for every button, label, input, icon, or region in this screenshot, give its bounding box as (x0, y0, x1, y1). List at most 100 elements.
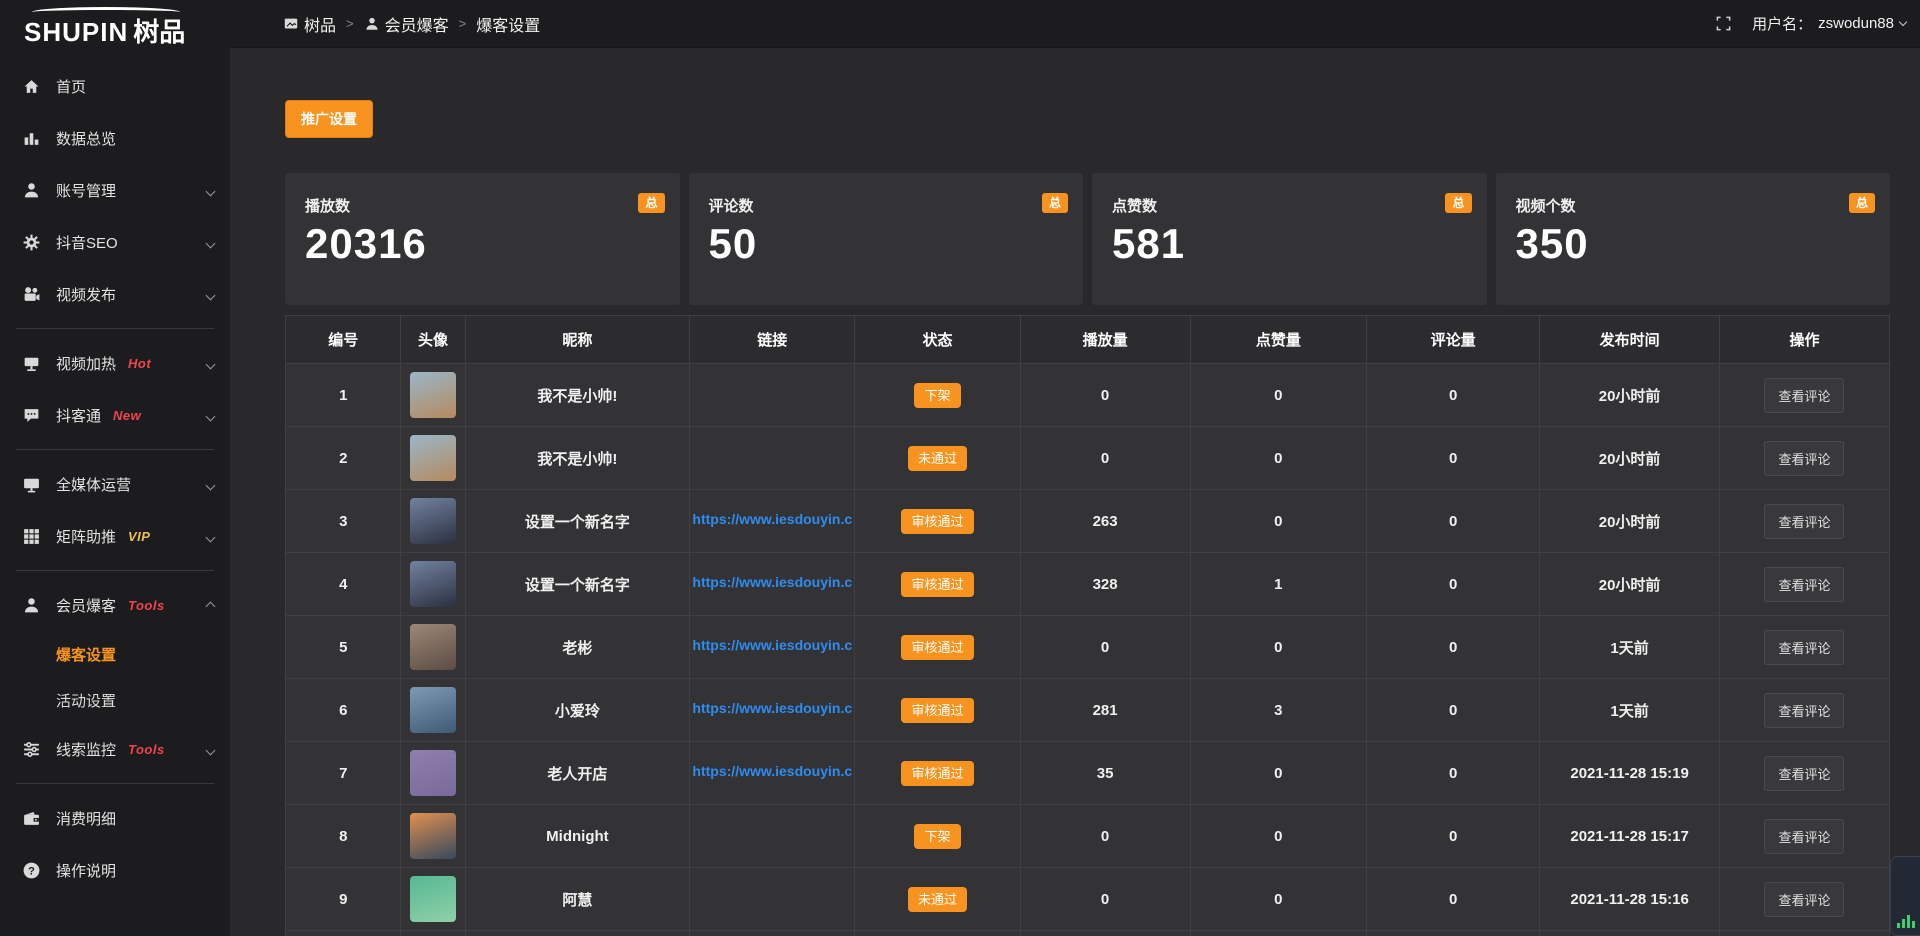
sidebar-item-首页[interactable]: 首页 (0, 60, 230, 112)
column-header-发布时间: 发布时间 (1540, 316, 1720, 364)
cell-avatar (401, 490, 465, 553)
sidebar-item-视频加热[interactable]: 视频加热Hot (0, 337, 230, 389)
view-comments-button[interactable]: 查看评论 (1764, 630, 1844, 665)
sidebar-item-矩阵助推[interactable]: 矩阵助推VIP (0, 510, 230, 562)
status-badge: 审核通过 (901, 698, 973, 723)
cell-published: 2021-11-28 15:16 (1540, 868, 1720, 931)
video-link[interactable]: https://www.iesdouyin.c (692, 637, 852, 653)
view-comments-button[interactable]: 查看评论 (1764, 504, 1844, 539)
cell-status: 下架 (855, 364, 1020, 427)
sidebar-item-视频发布[interactable]: 视频发布 (0, 268, 230, 320)
chevron-down-icon (207, 355, 214, 372)
cell-action: 查看评论 (1719, 742, 1889, 805)
breadcrumb-item[interactable]: 爆客设置 (476, 12, 540, 36)
topbar: 树品>会员爆客>爆客设置 用户名：zswodun88 (230, 0, 1920, 48)
stat-card-播放数: 播放数20316总 (285, 173, 680, 305)
question-icon: ? (22, 861, 41, 880)
cell-action: 查看评论 (1719, 868, 1889, 931)
stat-cards: 播放数20316总评论数50总点赞数581总视频个数350总 (285, 173, 1890, 305)
sidebar-item-抖音SEO[interactable]: 抖音SEO (0, 216, 230, 268)
cell-published: 1天前 (1540, 679, 1720, 742)
fullscreen-icon[interactable] (1715, 15, 1732, 32)
cell-avatar (401, 868, 465, 931)
promo-settings-button[interactable]: 推广设置 (285, 100, 373, 138)
sidebar-item-label: 操作说明 (56, 860, 116, 881)
sidebar-subitem-爆客设置[interactable]: 爆客设置 (0, 631, 230, 677)
sidebar-item-会员爆客[interactable]: 会员爆客Tools (0, 579, 230, 631)
cell-status: 下架 (855, 805, 1020, 868)
sidebar-item-抖客通[interactable]: 抖客通New (0, 389, 230, 441)
avatar (410, 372, 456, 418)
cell-comments: 0 (1367, 616, 1540, 679)
sidebar-item-账号管理[interactable]: 账号管理 (0, 164, 230, 216)
sidebar-item-label: 会员爆客 (56, 595, 116, 616)
column-header-头像: 头像 (401, 316, 465, 364)
cell-status: 未通过 (855, 868, 1020, 931)
sidebar-item-label: 抖音SEO (56, 232, 118, 253)
video-link[interactable]: https://www.iesdouyin.c (692, 511, 852, 527)
cell-published: 2021-11-28 15:19 (1540, 742, 1720, 805)
sidebar-item-操作说明[interactable]: ? 操作说明 (0, 844, 230, 896)
sidebar-item-全媒体运营[interactable]: 全媒体运营 (0, 458, 230, 510)
view-comments-button[interactable]: 查看评论 (1764, 567, 1844, 602)
breadcrumb-item[interactable]: 树品 (283, 12, 336, 36)
view-comments-button[interactable]: 查看评论 (1764, 441, 1844, 476)
sidebar-item-tag: VIP (128, 529, 150, 544)
column-header-操作: 操作 (1719, 316, 1889, 364)
status-badge: 未通过 (908, 446, 967, 471)
cell-nickname: 设置一个新名字 (465, 490, 690, 553)
cell-likes: 0 (1190, 742, 1366, 805)
cell-link (690, 868, 855, 931)
sidebar: SHUPIN树品 首页数据总览账号管理抖音SEO 视频发布视频加热Hot抖客通Ne… (0, 0, 230, 936)
stat-card-label: 评论数 (709, 195, 1064, 216)
mini-chart-icon (1897, 915, 1915, 928)
sidebar-divider (16, 783, 214, 784)
stat-card-value: 50 (709, 220, 1064, 268)
cell-comments: 0 (1367, 805, 1540, 868)
cell-likes: 1 (1190, 553, 1366, 616)
cell-id: 5 (286, 616, 401, 679)
cell-plays: 0 (1020, 616, 1190, 679)
cell (1020, 931, 1190, 936)
sidebar-item-tag: Hot (128, 356, 151, 371)
breadcrumb-item[interactable]: 会员爆客 (364, 12, 449, 36)
chevron-down-icon (207, 286, 214, 303)
cell-plays: 263 (1020, 490, 1190, 553)
member-icon (22, 596, 41, 615)
view-comments-button[interactable]: 查看评论 (1764, 693, 1844, 728)
cell-action: 查看评论 (1719, 616, 1889, 679)
view-comments-button[interactable]: 查看评论 (1764, 378, 1844, 413)
view-comments-button[interactable]: 查看评论 (1764, 882, 1844, 917)
cell-nickname: 老彬 (465, 616, 690, 679)
sidebar-item-数据总览[interactable]: 数据总览 (0, 112, 230, 164)
column-header-昵称: 昵称 (465, 316, 690, 364)
breadcrumb: 树品>会员爆客>爆客设置 (283, 12, 540, 36)
video-link[interactable]: https://www.iesdouyin.c (692, 574, 852, 590)
cell-nickname: 设置一个新名字 (465, 553, 690, 616)
breadcrumb-separator: > (459, 16, 467, 31)
data-table: 编号头像昵称链接状态播放量点赞量评论量发布时间操作 1我不是小帅!下架00020… (285, 315, 1890, 936)
cell-published: 1天前 (1540, 616, 1720, 679)
bar-chart-icon (22, 129, 41, 148)
view-comments-button[interactable]: 查看评论 (1764, 819, 1844, 854)
cell-status: 审核通过 (855, 742, 1020, 805)
user-menu[interactable]: 用户名：zswodun88 (1752, 13, 1906, 34)
view-comments-button[interactable]: 查看评论 (1764, 756, 1844, 791)
floating-widget[interactable] (1890, 856, 1920, 936)
avatar (410, 435, 456, 481)
cell-plays: 0 (1020, 805, 1190, 868)
chevron-down-icon (207, 528, 214, 545)
status-badge: 审核通过 (901, 509, 973, 534)
cell-action: 查看评论 (1719, 805, 1889, 868)
cell-avatar (401, 679, 465, 742)
cell-comments: 0 (1367, 742, 1540, 805)
video-link[interactable]: https://www.iesdouyin.c (692, 763, 852, 779)
table-header-row: 编号头像昵称链接状态播放量点赞量评论量发布时间操作 (286, 316, 1890, 364)
sidebar-item-线索监控[interactable]: 线索监控Tools (0, 723, 230, 775)
sidebar-subitem-活动设置[interactable]: 活动设置 (0, 677, 230, 723)
cell (855, 931, 1020, 936)
sidebar-item-消费明细[interactable]: 消费明细 (0, 792, 230, 844)
cell-id: 1 (286, 364, 401, 427)
logo-text: SHUPIN树品 (24, 17, 230, 47)
video-link[interactable]: https://www.iesdouyin.c (692, 700, 852, 716)
